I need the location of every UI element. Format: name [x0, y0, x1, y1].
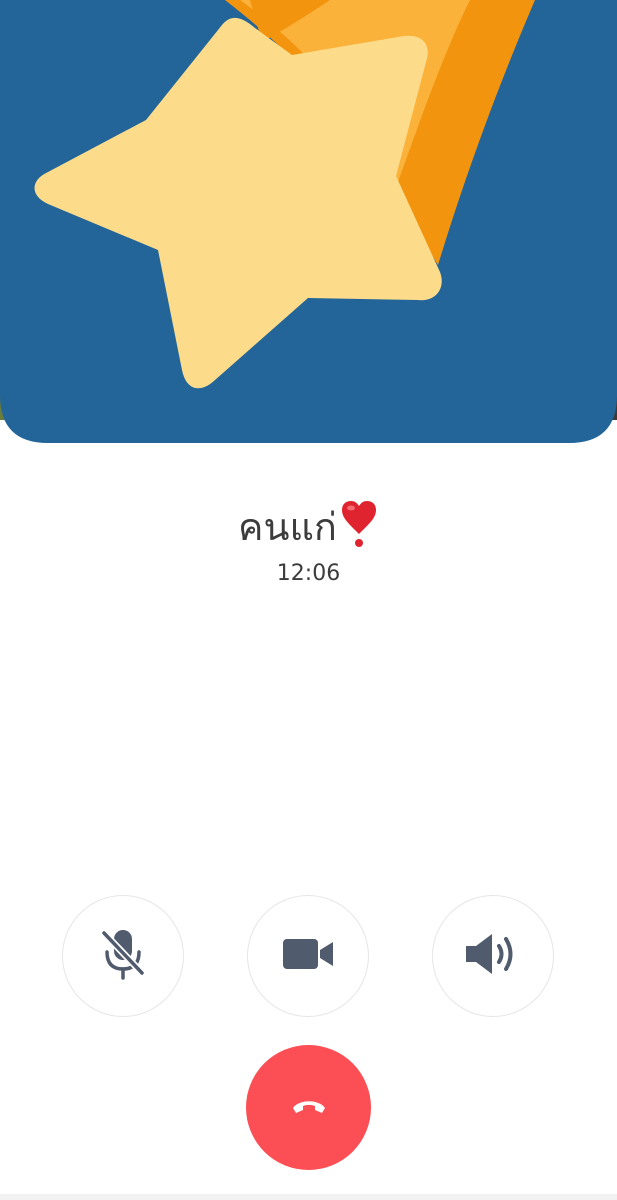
microphone-off-icon	[99, 927, 147, 985]
heart-exclamation-icon	[339, 500, 379, 559]
end-call-button[interactable]	[246, 1045, 371, 1170]
caller-name: คนแก่	[0, 500, 617, 559]
video-button[interactable]	[247, 895, 369, 1017]
caller-name-text: คนแก่	[238, 505, 337, 549]
speaker-button[interactable]	[432, 895, 554, 1017]
mute-button[interactable]	[62, 895, 184, 1017]
speaker-volume-icon	[464, 931, 522, 981]
video-camera-icon	[282, 937, 334, 975]
phone-hangup-icon	[291, 1096, 327, 1120]
caller-profile-image	[0, 0, 617, 443]
call-screen: คนแก่ 12:06	[0, 0, 617, 1200]
call-duration: 12:06	[276, 561, 341, 586]
bottom-bar	[0, 1194, 617, 1200]
